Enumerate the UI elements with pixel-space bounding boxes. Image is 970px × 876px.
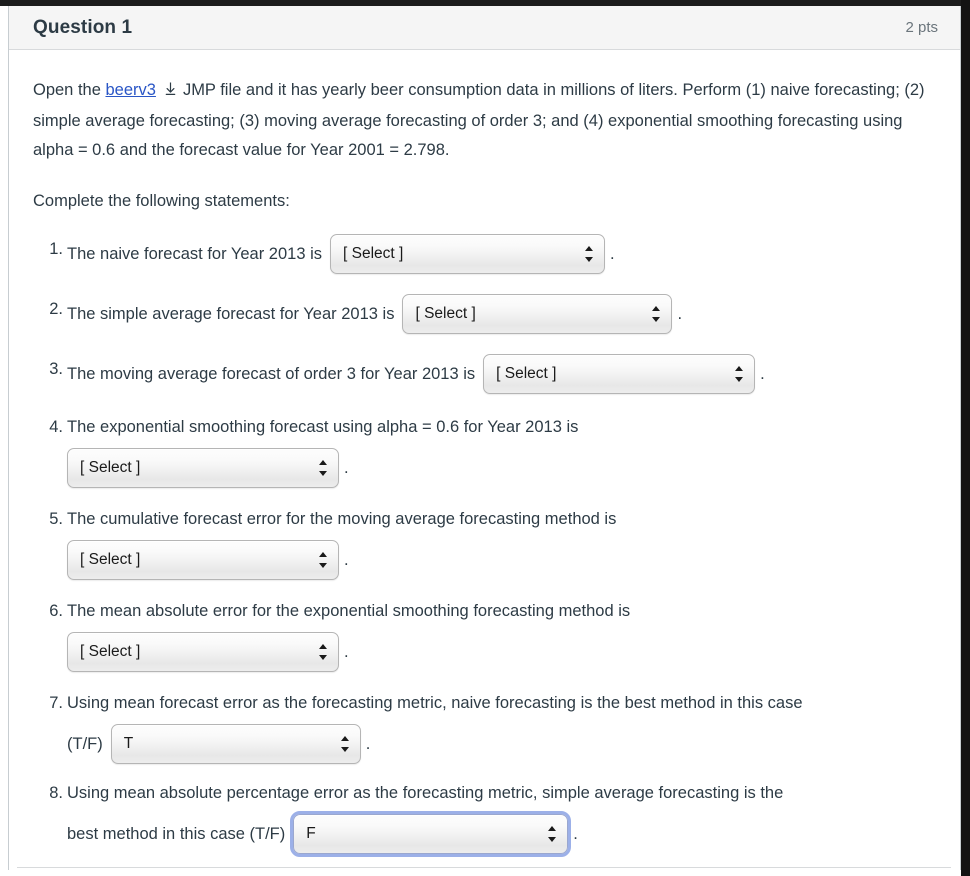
statement-row-3: The moving average forecast of order 3 f… xyxy=(67,354,936,394)
statement-trailing-4: . xyxy=(344,459,349,477)
browser-chrome-right-edge xyxy=(961,0,970,876)
list-item: Using mean absolute percentage error as … xyxy=(41,778,936,857)
list-item: The mean absolute error for the exponent… xyxy=(41,596,936,672)
chevron-updown-icon xyxy=(340,735,350,753)
statement-trailing-1: . xyxy=(610,245,615,263)
question-card: Question 1 2 pts Open the beerv3 JMP file… xyxy=(8,6,961,870)
statement-text-7: Using mean forecast error as the forecas… xyxy=(67,694,803,712)
statement-trailing-3: . xyxy=(760,365,765,383)
download-icon[interactable] xyxy=(163,78,178,107)
question-page: Question 1 2 pts Open the beerv3 JMP file… xyxy=(0,0,970,876)
list-item: The moving average forecast of order 3 f… xyxy=(41,354,936,396)
select-value: [ Select ] xyxy=(496,365,557,382)
select-value: [ Select ] xyxy=(343,245,404,262)
simple-average-forecast-select[interactable]: [ Select ] xyxy=(402,294,673,334)
select-value: [ Select ] xyxy=(80,459,141,476)
statement-row-7: (T/F) T . xyxy=(67,724,936,764)
cumulative-forecast-error-select[interactable]: [ Select ] xyxy=(67,540,339,580)
mean-absolute-error-select[interactable]: [ Select ] xyxy=(67,632,339,672)
prompt-paragraph: Open the beerv3 JMP file and it has yearl… xyxy=(33,76,933,165)
select-value: F xyxy=(306,825,316,842)
statement-text-8: Using mean absolute percentage error as … xyxy=(67,784,784,802)
chevron-updown-icon xyxy=(319,643,328,661)
chevron-updown-icon xyxy=(548,825,557,843)
exponential-smoothing-forecast-select[interactable]: [ Select ] xyxy=(67,448,339,488)
statement-row-8: best method in this case (T/F) F . xyxy=(67,811,936,857)
statement-trailing-7: . xyxy=(365,735,371,753)
naive-forecast-select[interactable]: [ Select ] xyxy=(330,234,605,274)
page-title: Question 1 xyxy=(33,16,133,38)
statement-tf-label-8: best method in this case (T/F) xyxy=(67,825,286,843)
chevron-updown-icon xyxy=(319,459,328,477)
statement-row-2: The simple average forecast for Year 201… xyxy=(67,294,936,334)
question-body: Open the beerv3 JMP file and it has yearl… xyxy=(9,50,960,857)
statement-trailing-8: . xyxy=(573,825,578,843)
chevron-updown-icon xyxy=(652,305,661,323)
statement-trailing-6: . xyxy=(344,643,349,661)
select-value: T xyxy=(123,735,134,752)
statement-row-5: [ Select ] . xyxy=(67,540,936,580)
select-value: [ Select ] xyxy=(80,551,141,568)
prompt-intro-text: Open the xyxy=(33,81,106,99)
list-item: The cumulative forecast error for the mo… xyxy=(41,504,936,580)
statement-text-1: The naive forecast for Year 2013 is xyxy=(67,245,322,263)
statements-list: The naive forecast for Year 2013 is [ Se… xyxy=(33,234,936,857)
instruction-text: Complete the following statements: xyxy=(33,192,290,210)
statement-text-4: The exponential smoothing forecast using… xyxy=(67,418,579,436)
statement-row-1: The naive forecast for Year 2013 is [ Se… xyxy=(67,234,936,274)
statement-row-6: [ Select ] . xyxy=(67,632,936,672)
chevron-updown-icon xyxy=(585,245,594,263)
beerv3-file-link[interactable]: beerv3 xyxy=(105,81,155,99)
naive-best-method-select[interactable]: T xyxy=(110,724,361,764)
chevron-updown-icon xyxy=(735,365,744,383)
points-badge: 2 pts xyxy=(905,19,938,36)
list-item: The exponential smoothing forecast using… xyxy=(41,412,936,488)
list-item: The naive forecast for Year 2013 is [ Se… xyxy=(41,234,936,276)
moving-average-forecast-select[interactable]: [ Select ] xyxy=(483,354,756,394)
list-item: The simple average forecast for Year 201… xyxy=(41,294,936,336)
chevron-updown-icon xyxy=(319,551,328,569)
select-value: [ Select ] xyxy=(415,305,476,322)
statement-tf-label-7: (T/F) xyxy=(67,735,103,753)
simple-average-best-method-select[interactable]: F xyxy=(290,811,572,857)
statement-text-3: The moving average forecast of order 3 f… xyxy=(67,365,476,383)
bottom-divider xyxy=(17,867,951,868)
statement-trailing-2: . xyxy=(677,305,683,323)
statement-text-2: The simple average forecast for Year 201… xyxy=(67,305,395,323)
statement-text-6: The mean absolute error for the exponent… xyxy=(67,602,631,620)
list-item: Using mean forecast error as the forecas… xyxy=(41,688,936,764)
select-value: [ Select ] xyxy=(80,643,141,660)
question-header: Question 1 2 pts xyxy=(9,6,960,50)
statement-trailing-5: . xyxy=(344,551,349,569)
statement-text-5: The cumulative forecast error for the mo… xyxy=(67,510,617,528)
statement-row-4: [ Select ] . xyxy=(67,448,936,488)
